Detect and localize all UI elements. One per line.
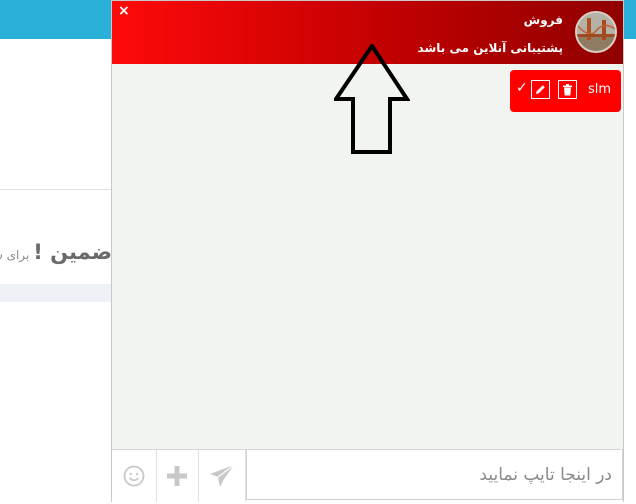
agent-name: فروش — [523, 13, 563, 27]
plus-icon — [167, 466, 187, 486]
arrow-up-icon — [334, 44, 410, 154]
page-heading-subtitle: برای شروع — [0, 248, 30, 262]
emoji-button[interactable] — [112, 450, 157, 502]
send-button[interactable] — [198, 450, 246, 502]
delete-message-button[interactable] — [558, 80, 577, 99]
composer — [112, 449, 623, 502]
avatar — [575, 11, 617, 53]
message-input[interactable] — [246, 450, 623, 500]
page-band — [0, 284, 112, 302]
attach-button[interactable] — [156, 450, 199, 502]
page-heading-title: ضمین ! — [33, 240, 112, 264]
trash-icon — [563, 83, 572, 95]
smiley-icon — [123, 465, 145, 487]
pencil-icon — [536, 85, 545, 94]
page-divider — [0, 189, 112, 190]
agent-status: پشتیبانی آنلاین می باشد — [417, 41, 563, 55]
edit-message-button[interactable] — [531, 80, 550, 99]
send-icon — [209, 464, 234, 487]
message-bubble: slm ✓ — [510, 70, 621, 112]
close-icon[interactable]: × — [118, 4, 130, 18]
message-text: slm — [587, 82, 611, 97]
page-heading: ضمین ! برای شروع — [0, 240, 112, 274]
check-icon[interactable]: ✓ — [516, 80, 528, 96]
